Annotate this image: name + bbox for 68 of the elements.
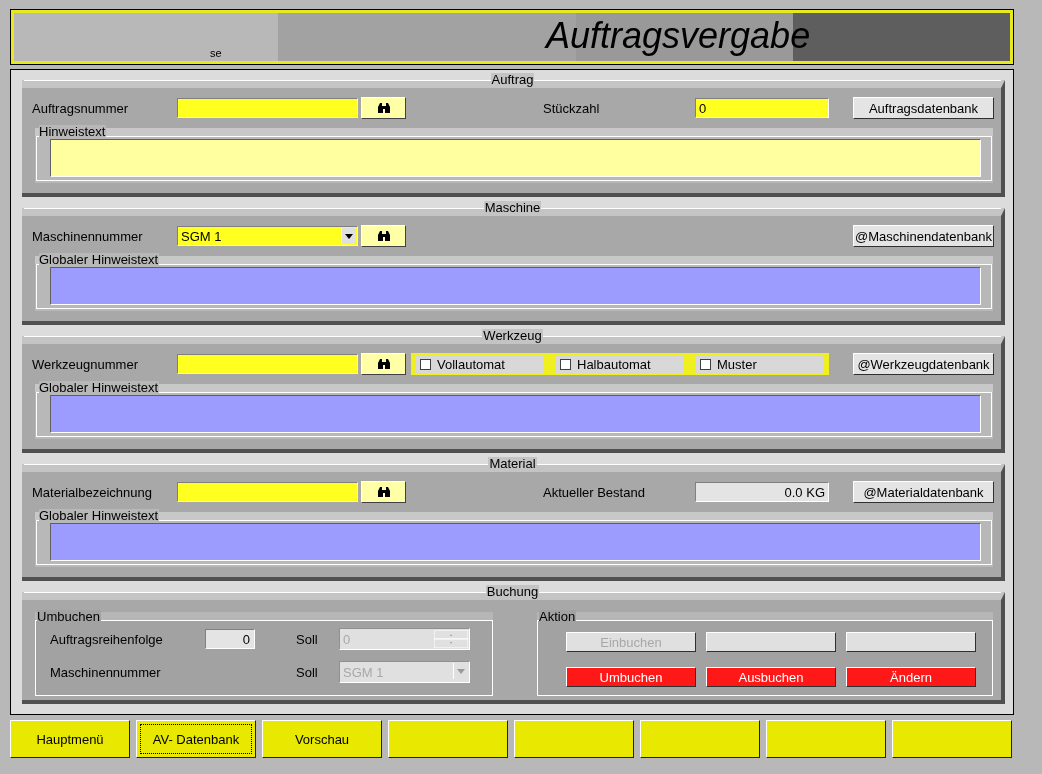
section-title: Werkzeug bbox=[482, 329, 543, 343]
database-button[interactable]: Auftragsdatenbank bbox=[853, 97, 994, 119]
page-title: Auftragsvergabe bbox=[546, 15, 811, 57]
field-label: Werkzeugnummer bbox=[32, 356, 139, 372]
input-field[interactable] bbox=[177, 98, 358, 118]
field-label: Stückzahl bbox=[543, 100, 601, 116]
section-title: Maschine bbox=[483, 201, 542, 215]
field-label: Auftragsnummer bbox=[32, 100, 130, 116]
readout-field: 0.0 KG bbox=[695, 482, 829, 502]
function-key-button[interactable]: AV- Datenbank bbox=[136, 720, 256, 758]
note-field[interactable] bbox=[50, 523, 981, 561]
group-label: Globaler Hinweistext bbox=[39, 253, 160, 267]
binoculars-icon bbox=[376, 102, 391, 114]
group-label: Hinweistext bbox=[39, 125, 107, 139]
function-key-button[interactable]: Hauptmenü bbox=[10, 720, 130, 758]
action-button[interactable]: Ausbuchen bbox=[706, 667, 836, 687]
database-button[interactable]: @Werkzeugdatenbank bbox=[853, 353, 994, 375]
field-label: Aktueller Bestand bbox=[543, 484, 646, 500]
number-field[interactable]: 0 bbox=[205, 629, 255, 649]
group-label: Umbuchen bbox=[37, 610, 101, 624]
field-label: Maschinennummer bbox=[50, 664, 162, 680]
binoculars-icon bbox=[376, 486, 391, 498]
database-button[interactable]: @Materialdatenbank bbox=[853, 481, 994, 503]
action-button[interactable] bbox=[846, 632, 976, 652]
group-label: Aktion bbox=[539, 610, 577, 624]
field-label: Materialbezeichnung bbox=[32, 484, 153, 500]
checkbox-option[interactable]: Muster bbox=[695, 355, 823, 373]
checkbox-option[interactable]: Vollautomat bbox=[415, 355, 543, 373]
action-button[interactable]: Umbuchen bbox=[566, 667, 696, 687]
function-key-button[interactable] bbox=[766, 720, 886, 758]
function-key-button[interactable] bbox=[388, 720, 508, 758]
function-key-button[interactable] bbox=[514, 720, 634, 758]
field-label: Soll bbox=[296, 631, 319, 647]
note-field[interactable] bbox=[50, 139, 981, 177]
note-field[interactable] bbox=[50, 267, 981, 305]
banner-subtitle: se bbox=[210, 47, 222, 59]
field-label: Auftragsreihenfolge bbox=[50, 631, 164, 647]
checkbox[interactable] bbox=[560, 358, 571, 370]
database-button[interactable]: @Maschinendatenbank bbox=[853, 225, 994, 247]
field-label: Maschinennummer bbox=[32, 228, 144, 244]
spinner-arrows-icon bbox=[434, 630, 468, 651]
function-key-button[interactable] bbox=[892, 720, 1012, 758]
input-field[interactable] bbox=[177, 354, 358, 374]
section-title: Auftrag bbox=[490, 73, 535, 87]
checkbox-option[interactable]: Halbautomat bbox=[555, 355, 683, 373]
group-label: Globaler Hinweistext bbox=[39, 509, 160, 523]
binoculars-icon bbox=[376, 230, 391, 242]
dropdown[interactable]: SGM 1 bbox=[177, 226, 358, 246]
section-title: Material bbox=[488, 457, 537, 471]
search-button[interactable] bbox=[361, 353, 406, 375]
search-button[interactable] bbox=[361, 97, 406, 119]
section-title: Buchung bbox=[485, 585, 540, 599]
checkbox[interactable] bbox=[420, 358, 431, 370]
function-key-button[interactable]: Vorschau bbox=[262, 720, 382, 758]
field-label: Soll bbox=[296, 664, 319, 680]
checkbox[interactable] bbox=[700, 358, 711, 370]
input-field[interactable]: 0 bbox=[695, 98, 829, 118]
search-button[interactable] bbox=[361, 225, 406, 247]
action-button[interactable] bbox=[706, 632, 836, 652]
caret-icon bbox=[453, 663, 468, 679]
input-field[interactable] bbox=[177, 482, 358, 502]
function-key-button[interactable] bbox=[640, 720, 760, 758]
group-label: Globaler Hinweistext bbox=[39, 381, 160, 395]
caret-icon bbox=[341, 228, 356, 244]
note-field[interactable] bbox=[50, 395, 981, 433]
action-button[interactable]: Ändern bbox=[846, 667, 976, 687]
search-button[interactable] bbox=[361, 481, 406, 503]
binoculars-icon bbox=[376, 358, 391, 370]
